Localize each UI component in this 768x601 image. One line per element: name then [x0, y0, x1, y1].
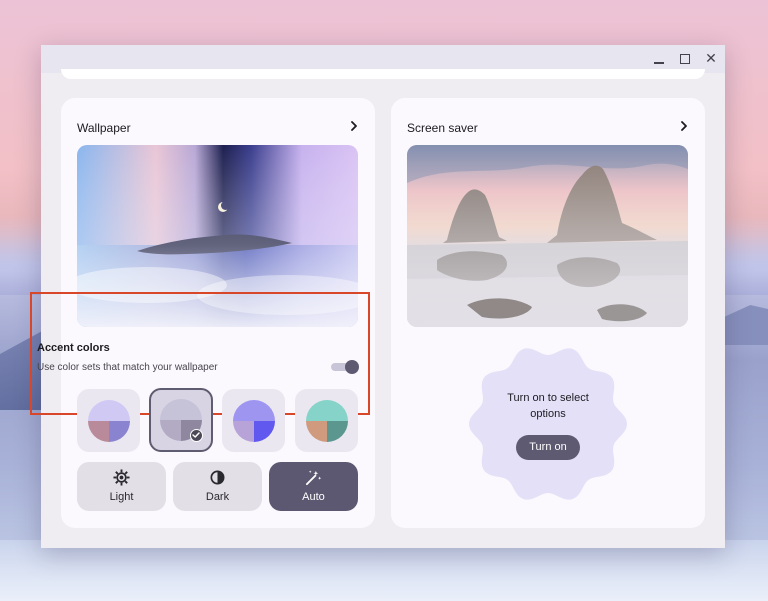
light-mode-button[interactable]: Light — [77, 462, 166, 511]
background-rock-right — [724, 305, 768, 345]
accent-swatch-2[interactable] — [149, 388, 213, 452]
dark-mode-button[interactable]: Dark — [173, 462, 262, 511]
close-icon[interactable]: ✕ — [703, 51, 719, 67]
chevron-right-icon[interactable] — [347, 119, 361, 133]
minimize-icon[interactable] — [651, 51, 667, 67]
light-mode-label: Light — [109, 491, 134, 503]
chevron-right-icon[interactable] — [677, 119, 691, 133]
turn-on-button[interactable]: Turn on — [516, 435, 580, 460]
accent-swatch-1[interactable] — [77, 389, 140, 452]
check-icon — [190, 429, 203, 442]
accent-colors-title: Accent colors — [37, 342, 110, 354]
auto-mode-label: Auto — [302, 491, 325, 503]
swatch-circle — [306, 400, 348, 442]
brightness-icon — [113, 469, 130, 486]
accent-colors-description: Use color sets that match your wallpaper — [37, 362, 218, 373]
scalloped-badge — [469, 348, 627, 500]
accent-swatch-3[interactable] — [222, 389, 285, 452]
accent-colors-toggle[interactable] — [331, 360, 359, 374]
screen-saver-preview — [407, 145, 688, 327]
scrolled-card-edge — [61, 69, 705, 79]
screen-saver-prompt: Turn on to select options — [507, 392, 589, 420]
maximize-icon[interactable] — [677, 51, 693, 67]
contrast-icon — [210, 470, 225, 485]
swatch-circle — [88, 400, 130, 442]
swatch-circle — [233, 400, 275, 442]
auto-mode-button[interactable]: Auto — [269, 462, 358, 511]
background-sea-foreground — [0, 540, 768, 601]
screen-saver-title[interactable]: Screen saver — [407, 121, 478, 135]
toggle-thumb — [345, 360, 359, 374]
accent-swatch-4[interactable] — [295, 389, 358, 452]
dark-mode-label: Dark — [205, 491, 230, 503]
magic-wand-icon — [305, 470, 322, 486]
wallpaper-title[interactable]: Wallpaper — [77, 121, 131, 135]
